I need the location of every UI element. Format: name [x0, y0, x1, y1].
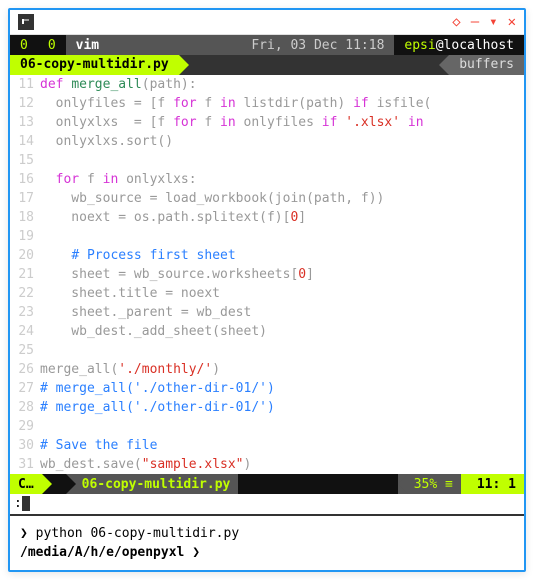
titlebar: ◇ — ▾ ✕ [10, 10, 524, 35]
code-line: 23 sheet._parent = wb_dest [10, 303, 524, 322]
terminal-window: ◇ — ▾ ✕ 0 0 vim Fri, 03 Dec 11:18 epsi@l… [8, 8, 526, 572]
status-mode: C… [10, 474, 42, 494]
code-line: 29 [10, 417, 524, 436]
code-content: sheet.title = noext [40, 284, 220, 303]
status-percent: 35% ≡ [398, 474, 461, 494]
code-line: 17 wb_source = load_workbook(join(path, … [10, 189, 524, 208]
code-content: onlyxlxs.sort() [40, 132, 173, 151]
line-number: 13 [10, 113, 40, 132]
code-content: sheet = wb_source.worksheets[0] [40, 265, 314, 284]
code-content: onlyfiles = [f for f in listdir(path) if… [40, 94, 431, 113]
code-line: 12 onlyfiles = [f for f in listdir(path)… [10, 94, 524, 113]
code-line: 31wb_dest.save("sample.xlsx") [10, 455, 524, 474]
tmux-session: 0 [10, 35, 38, 55]
code-line: 15 [10, 151, 524, 170]
line-number: 14 [10, 132, 40, 151]
code-line: 16 for f in onlyxlxs: [10, 170, 524, 189]
maximize-icon[interactable]: ▾ [489, 15, 497, 29]
code-line: 24 wb_dest._add_sheet(sheet) [10, 322, 524, 341]
shell-prompt: /media/A/h/e/openpyxl ❯ [20, 543, 514, 562]
line-number: 29 [10, 417, 40, 436]
line-number: 30 [10, 436, 40, 455]
minimize-icon[interactable]: — [471, 15, 479, 29]
code-content: # Save the file [40, 436, 157, 455]
line-number: 23 [10, 303, 40, 322]
editor-area[interactable]: 11def merge_all(path):12 onlyfiles = [f … [10, 75, 524, 474]
code-line: 19 [10, 227, 524, 246]
window-controls: ◇ — ▾ ✕ [452, 15, 516, 29]
status-mid [238, 474, 397, 494]
shell-line: ❯ python 06-copy-multidir.py [20, 524, 514, 543]
tmux-user-host: epsi@localhost [394, 35, 524, 55]
line-number: 18 [10, 208, 40, 227]
code-line: 26merge_all('./monthly/') [10, 360, 524, 379]
tab-active[interactable]: 06-copy-multidir.py [10, 55, 179, 75]
code-line: 20 # Process first sheet [10, 246, 524, 265]
pin-icon[interactable]: ◇ [452, 15, 460, 29]
close-icon[interactable]: ✕ [508, 15, 516, 29]
code-line: 27# merge_all('./other-dir-01/') [10, 379, 524, 398]
tmux-statusbar: 0 0 vim Fri, 03 Dec 11:18 epsi@localhost [10, 35, 524, 55]
app-icon [18, 14, 34, 30]
code-line: 28# merge_all('./other-dir-01/') [10, 398, 524, 417]
code-line: 30# Save the file [10, 436, 524, 455]
code-content: wb_dest.save("sample.xlsx") [40, 455, 251, 474]
tmux-date: Fri, 03 Dec 11:18 [241, 35, 394, 55]
line-number: 11 [10, 75, 40, 94]
code-line: 21 sheet = wb_source.worksheets[0] [10, 265, 524, 284]
line-number: 16 [10, 170, 40, 189]
code-content: # merge_all('./other-dir-01/') [40, 398, 275, 417]
code-content: sheet._parent = wb_dest [40, 303, 251, 322]
tmux-app: vim [66, 35, 109, 55]
line-number: 21 [10, 265, 40, 284]
status-file: 06-copy-multidir.py [66, 474, 239, 494]
code-content: wb_source = load_workbook(join(path, f)) [40, 189, 384, 208]
vim-statusbar: C… 06-copy-multidir.py 35% ≡ 11: 1 [10, 474, 524, 494]
line-number: 28 [10, 398, 40, 417]
vim-tabbar: 06-copy-multidir.py buffers [10, 55, 524, 75]
code-content: merge_all('./monthly/') [40, 360, 220, 379]
code-line: 18 noext = os.path.splitext(f)[0] [10, 208, 524, 227]
line-number: 17 [10, 189, 40, 208]
code-content: # Process first sheet [40, 246, 236, 265]
line-number: 20 [10, 246, 40, 265]
code-line: 25 [10, 341, 524, 360]
code-content: # merge_all('./other-dir-01/') [40, 379, 275, 398]
line-number: 27 [10, 379, 40, 398]
code-line: 11def merge_all(path): [10, 75, 524, 94]
shell-pane[interactable]: ❯ python 06-copy-multidir.py /media/A/h/… [10, 516, 524, 570]
line-number: 31 [10, 455, 40, 474]
code-line: 13 onlyxlxs = [f for f in onlyfiles if '… [10, 113, 524, 132]
status-position: 11: 1 [461, 474, 524, 494]
code-content: noext = os.path.splitext(f)[0] [40, 208, 306, 227]
vim-cmdline[interactable]: : [10, 494, 524, 514]
code-content: onlyxlxs = [f for f in onlyfiles if '.xl… [40, 113, 424, 132]
code-line: 22 sheet.title = noext [10, 284, 524, 303]
line-number: 26 [10, 360, 40, 379]
tab-buffers[interactable]: buffers [449, 55, 524, 75]
code-line: 14 onlyxlxs.sort() [10, 132, 524, 151]
line-number: 22 [10, 284, 40, 303]
line-number: 25 [10, 341, 40, 360]
code-content: wb_dest._add_sheet(sheet) [40, 322, 267, 341]
cursor [22, 496, 30, 511]
line-number: 12 [10, 94, 40, 113]
code-content: def merge_all(path): [40, 75, 197, 94]
line-number: 15 [10, 151, 40, 170]
code-content: for f in onlyxlxs: [40, 170, 197, 189]
line-number: 24 [10, 322, 40, 341]
tmux-window: 0 [38, 35, 66, 55]
line-number: 19 [10, 227, 40, 246]
